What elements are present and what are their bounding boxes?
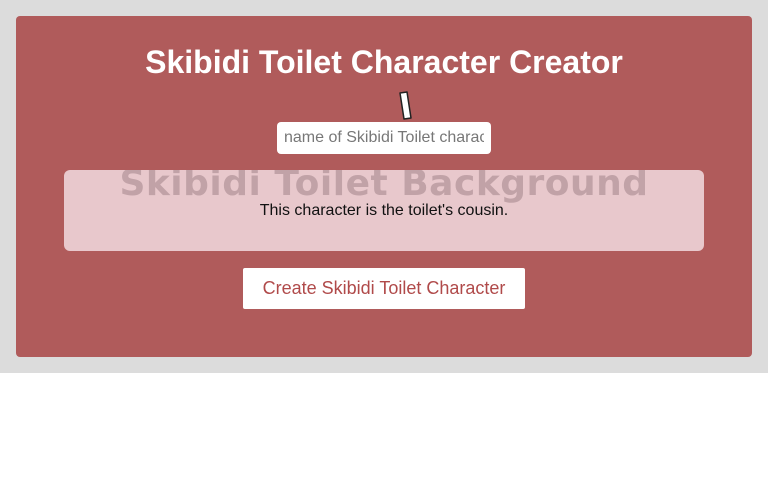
character-background-panel: Skibidi Toilet Background This character… bbox=[64, 170, 704, 251]
character-name-input[interactable] bbox=[277, 122, 491, 154]
create-character-button[interactable]: Create Skibidi Toilet Character bbox=[243, 268, 525, 309]
background-watermark: Skibidi Toilet Background bbox=[119, 170, 649, 204]
text-cursor-icon bbox=[399, 91, 412, 120]
character-description: This character is the toilet's cousin. bbox=[259, 202, 509, 219]
page-title: Skibidi Toilet Character Creator bbox=[145, 44, 623, 80]
